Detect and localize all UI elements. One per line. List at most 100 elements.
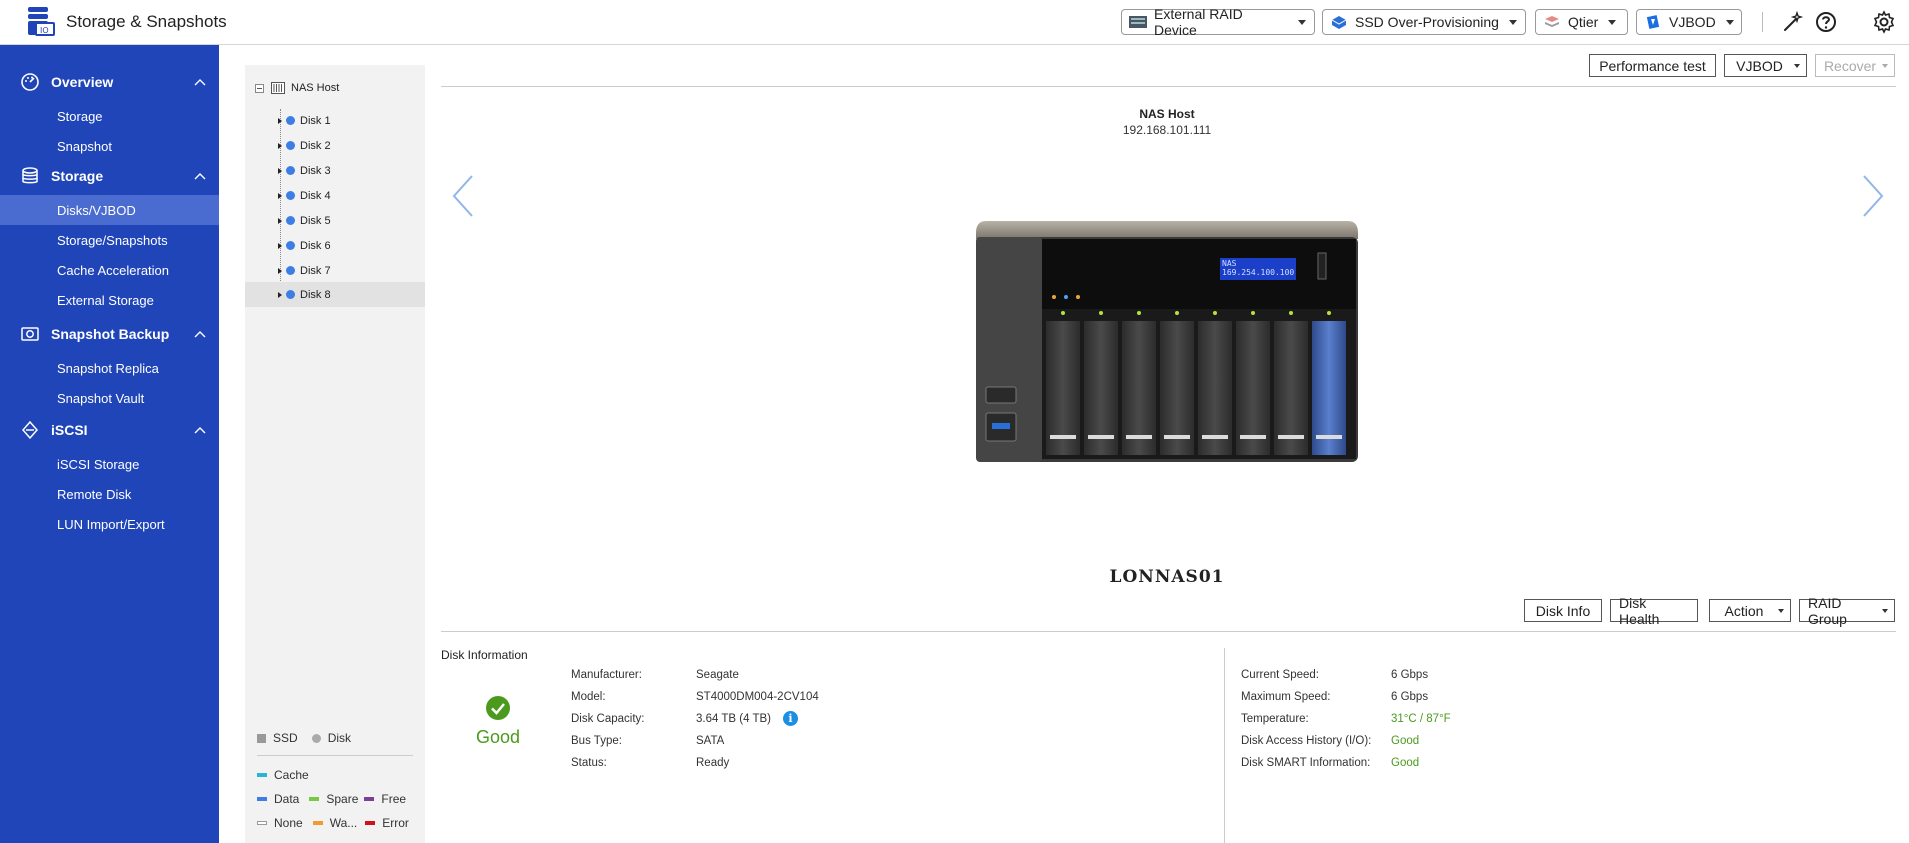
expand-arrow-icon[interactable] — [278, 291, 282, 298]
help-icon[interactable] — [1814, 10, 1838, 34]
app-title: Storage & Snapshots — [66, 12, 227, 31]
vjbod-action-label: VJBOD — [1736, 57, 1783, 74]
qtier-icon — [1545, 16, 1559, 27]
maximum-speed-key: Maximum Speed: — [1241, 691, 1331, 703]
bus-type-value: SATA — [696, 735, 725, 747]
legend-ssd-label: SSD — [273, 731, 298, 745]
expand-arrow-icon[interactable] — [278, 217, 282, 224]
smart-info-value[interactable]: Good — [1391, 757, 1419, 769]
disk-status-good: Good — [475, 727, 521, 747]
legend-cache-label: Cache — [274, 768, 309, 782]
gear-icon[interactable] — [1872, 10, 1896, 34]
sidebar-group-storage[interactable]: Storage — [0, 161, 219, 191]
smart-info-key: Disk SMART Information: — [1241, 757, 1371, 769]
performance-test-button[interactable]: Performance test — [1589, 54, 1716, 77]
current-speed-value: 6 Gbps — [1391, 669, 1429, 681]
legend-usage: Data Spare Free — [257, 792, 406, 806]
data-swatch — [257, 797, 267, 801]
disk-section-divider — [441, 631, 1896, 632]
tree-root-nas-host[interactable]: NAS Host — [255, 82, 339, 94]
vjbod-action-dropdown[interactable]: VJBOD — [1724, 54, 1807, 77]
sidebar-item-lun-import-export[interactable]: LUN Import/Export — [0, 509, 219, 539]
database-icon — [22, 167, 38, 184]
ssd-icon — [1331, 16, 1347, 29]
legend-none-label: None — [274, 816, 303, 830]
tree-disk-item[interactable]: Disk 6 — [245, 233, 425, 258]
disk-status-dot — [286, 216, 295, 225]
tree-disk-item[interactable]: Disk 4 — [245, 183, 425, 208]
tree-root-label: NAS Host — [291, 82, 340, 94]
sidebar-item-external-storage[interactable]: External Storage — [0, 285, 219, 315]
expand-arrow-icon[interactable] — [278, 242, 282, 249]
lcd-line-1: NAS — [1222, 259, 1237, 268]
disk-status-dot — [286, 290, 295, 299]
expand-arrow-icon[interactable] — [278, 142, 282, 149]
raid-group-dropdown[interactable]: RAID Group — [1799, 595, 1895, 627]
expand-arrow-icon[interactable] — [278, 117, 282, 124]
sidebar-item-snapshot-replica[interactable]: Snapshot Replica — [0, 353, 219, 383]
sidebar-item-snapshot-vault[interactable]: Snapshot Vault — [0, 383, 219, 413]
cache-swatch — [257, 773, 267, 777]
recover-dropdown[interactable]: Recover — [1815, 54, 1895, 77]
next-arrow-icon[interactable] — [1860, 174, 1886, 218]
sidebar-item-remote-disk[interactable]: Remote Disk — [0, 479, 219, 509]
host-name: NAS Host — [1139, 107, 1195, 121]
legend-warning-label: Wa... — [329, 816, 358, 830]
vjbod-dropdown[interactable]: VJBOD — [1636, 9, 1742, 35]
legend-cache: Cache — [257, 768, 309, 782]
access-history-value[interactable]: Good — [1391, 735, 1419, 747]
sidebar-item-snapshot-overview[interactable]: Snapshot — [0, 131, 219, 161]
chevron-up-icon — [194, 79, 206, 86]
tree-disk-label: Disk 8 — [300, 288, 331, 301]
disk-health-button[interactable]: Disk Health — [1610, 595, 1698, 627]
expand-arrow-icon[interactable] — [278, 192, 282, 199]
chevron-up-icon — [194, 427, 206, 434]
tree-disk-label: Disk 7 — [300, 264, 331, 277]
collapse-icon[interactable] — [255, 83, 264, 93]
expand-arrow-icon[interactable] — [278, 267, 282, 274]
legend-status: None Wa... Error — [257, 816, 409, 830]
raid-device-icon — [1129, 16, 1147, 28]
external-raid-device-label: External RAID Device — [1154, 6, 1243, 38]
free-swatch — [364, 797, 375, 801]
sidebar-group-snapshot-backup[interactable]: Snapshot Backup — [0, 319, 219, 349]
external-raid-device-dropdown[interactable]: External RAID Device — [1121, 6, 1315, 38]
magic-wand-icon[interactable] — [1781, 10, 1805, 34]
tree-disk-item[interactable]: Disk 2 — [245, 133, 425, 158]
sidebar-item-cache-acceleration[interactable]: Cache Acceleration — [0, 255, 219, 285]
disk-status-dot — [286, 166, 295, 175]
nas-device-image[interactable] — [974, 219, 1360, 464]
access-history-key: Disk Access History (I/O): — [1241, 735, 1372, 747]
tree-disk-item-selected[interactable]: Disk 8 — [245, 282, 425, 307]
tree-disk-item[interactable]: Disk 1 — [245, 108, 425, 133]
expand-arrow-icon[interactable] — [278, 167, 282, 174]
sidebar-item-disks-vjbod[interactable]: Disks/VJBOD — [0, 195, 219, 225]
disk-status-dot — [286, 116, 295, 125]
disk-info-button[interactable]: Disk Info — [1524, 599, 1602, 622]
chevron-down-icon — [1725, 19, 1734, 25]
action-dropdown[interactable]: Action — [1709, 599, 1791, 622]
nas-host-icon — [271, 82, 285, 94]
sidebar-group-overview[interactable]: Overview — [0, 67, 219, 97]
ssd-over-provisioning-dropdown[interactable]: SSD Over-Provisioning — [1322, 9, 1526, 35]
tree-disk-item[interactable]: Disk 7 — [245, 258, 425, 283]
sidebar-item-iscsi-storage[interactable]: iSCSI Storage — [0, 449, 219, 479]
tree-disk-item[interactable]: Disk 5 — [245, 208, 425, 233]
vjbod-label: VJBOD — [1669, 14, 1716, 30]
legend-type: SSD Disk — [257, 731, 351, 745]
tree-disk-item[interactable]: Disk 3 — [245, 158, 425, 183]
raid-group-label: RAID Group — [1808, 594, 1847, 627]
sidebar-item-storage-snapshots[interactable]: Storage/Snapshots — [0, 225, 219, 255]
sidebar-group-iscsi[interactable]: iSCSI — [0, 415, 219, 445]
camera-backup-icon — [21, 327, 39, 341]
chevron-up-icon — [194, 173, 206, 180]
svg-text:IO: IO — [40, 26, 49, 35]
info-icon[interactable]: i — [783, 711, 798, 726]
legend-free-label: Free — [381, 792, 407, 806]
chevron-down-icon — [1882, 609, 1888, 613]
sidebar-item-storage-overview[interactable]: Storage — [0, 101, 219, 131]
status-key: Status: — [571, 757, 607, 769]
qtier-dropdown[interactable]: Qtier — [1535, 9, 1628, 35]
previous-arrow-icon[interactable] — [450, 174, 476, 218]
dashboard-icon — [21, 73, 39, 91]
